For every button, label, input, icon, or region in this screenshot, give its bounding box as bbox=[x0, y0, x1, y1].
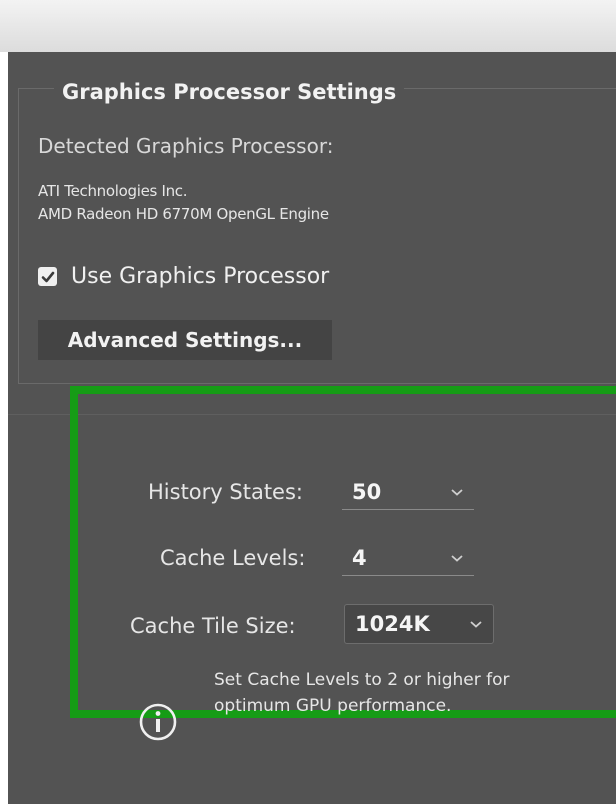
history-states-value: 50 bbox=[352, 479, 382, 504]
window-titlebar bbox=[0, 0, 616, 52]
cache-levels-label: Cache Levels: bbox=[160, 546, 306, 570]
use-gpu-label: Use Graphics Processor bbox=[71, 264, 330, 289]
cache-levels-select[interactable]: 4 bbox=[342, 540, 474, 576]
info-icon bbox=[139, 703, 177, 741]
chevron-down-icon bbox=[470, 621, 482, 628]
history-states-select[interactable]: 50 bbox=[342, 474, 474, 510]
chevron-down-icon bbox=[451, 488, 463, 496]
cache-tile-size-select[interactable]: 1024K bbox=[344, 604, 494, 644]
gpu-model: AMD Radeon HD 6770M OpenGL Engine bbox=[38, 205, 329, 223]
gpu-settings-title: Graphics Processor Settings bbox=[54, 80, 405, 104]
info-text-line-2: optimum GPU performance. bbox=[214, 696, 452, 716]
gpu-vendor: ATI Technologies Inc. bbox=[38, 182, 188, 200]
use-gpu-checkbox[interactable] bbox=[38, 267, 57, 286]
cache-tile-size-label: Cache Tile Size: bbox=[130, 614, 296, 638]
cache-levels-value: 4 bbox=[352, 545, 367, 570]
use-gpu-option[interactable]: Use Graphics Processor bbox=[38, 264, 329, 289]
advanced-settings-button[interactable]: Advanced Settings... bbox=[38, 320, 332, 360]
cache-tile-size-value: 1024K bbox=[355, 612, 430, 636]
checkmark-icon bbox=[41, 271, 54, 282]
chevron-down-icon bbox=[451, 554, 463, 562]
detected-gpu-label: Detected Graphics Processor: bbox=[38, 134, 334, 158]
history-states-label: History States: bbox=[148, 480, 303, 504]
info-text-line-1: Set Cache Levels to 2 or higher for bbox=[214, 670, 510, 690]
